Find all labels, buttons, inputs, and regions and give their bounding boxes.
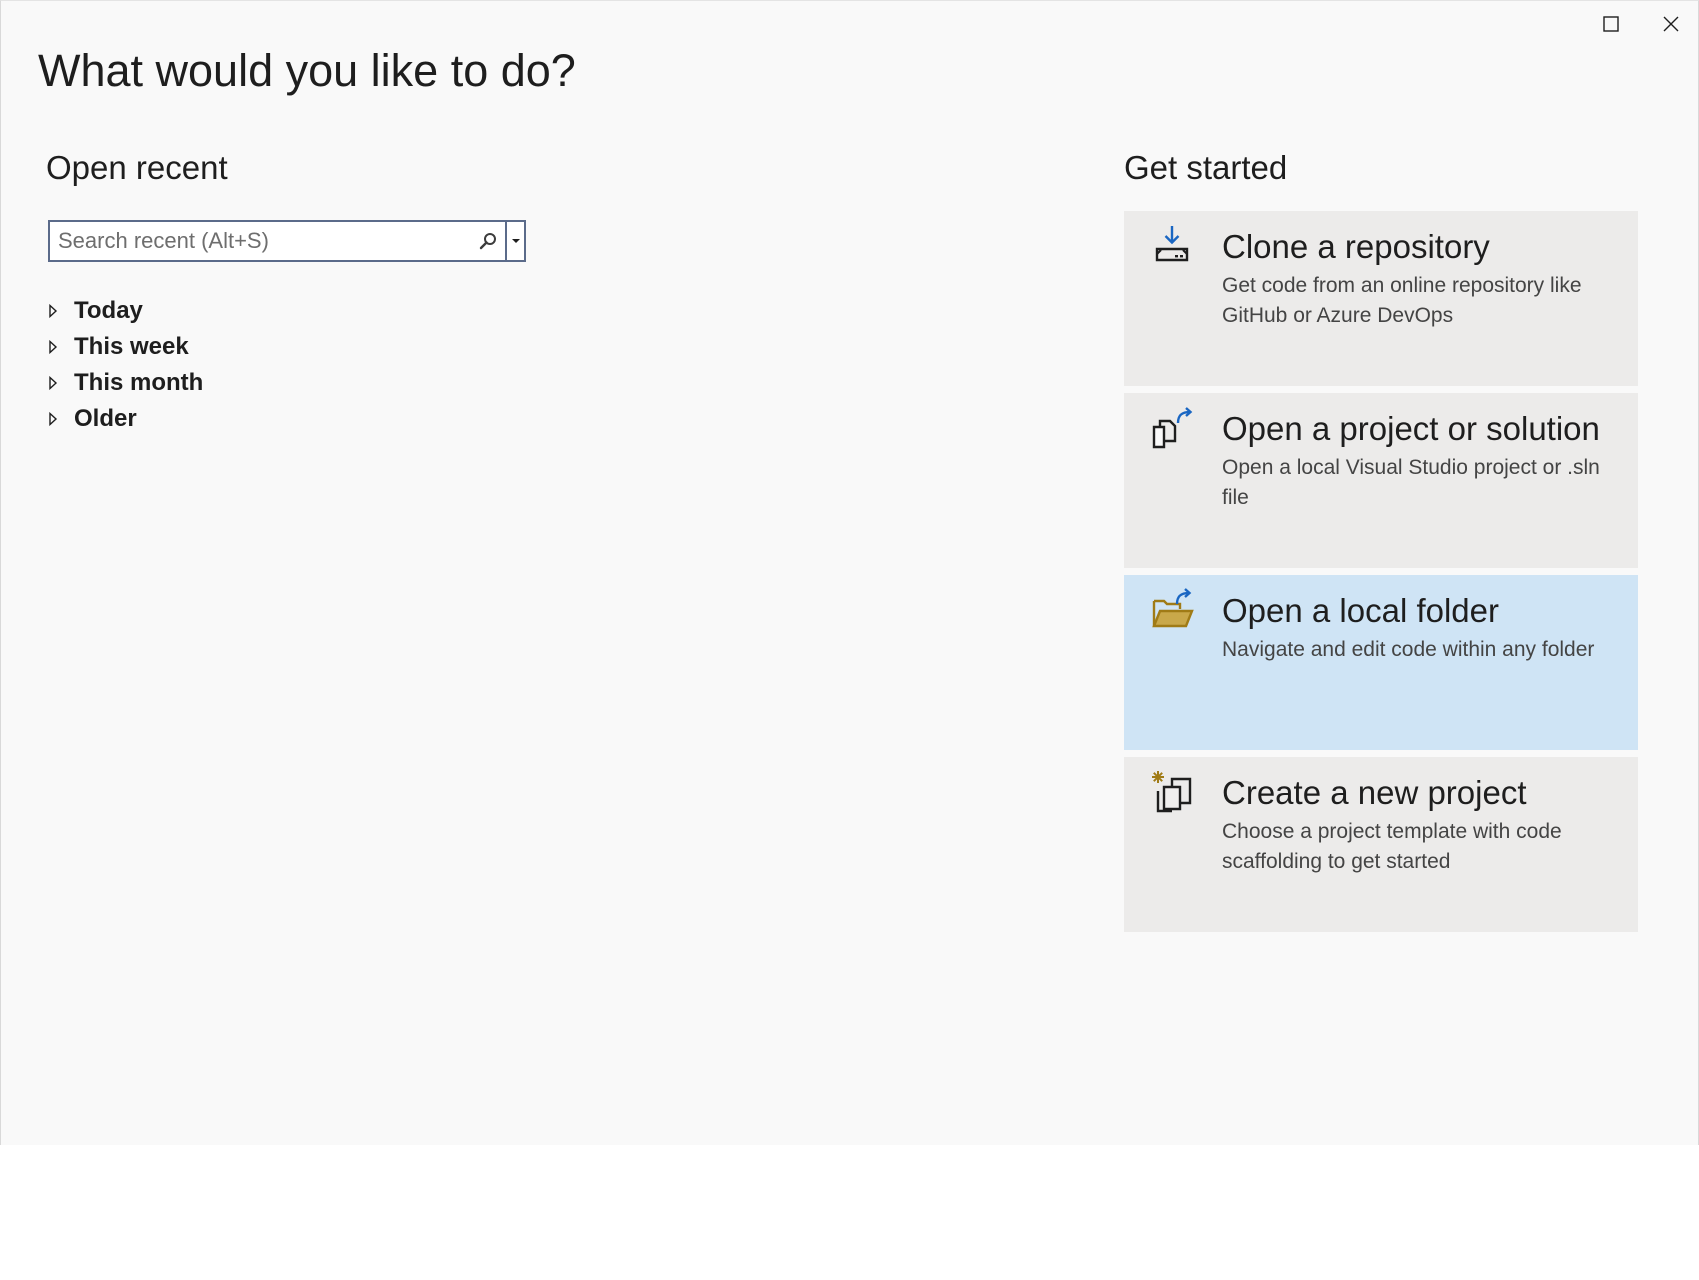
open-project-icon [1152, 407, 1193, 449]
recent-group-label: This week [74, 333, 189, 360]
open-project-card[interactable]: Open a project or solution Open a local … [1124, 393, 1638, 568]
close-icon [1663, 16, 1679, 32]
recent-group-this-week[interactable]: This week [41, 329, 203, 365]
clone-repository-icon [1155, 226, 1189, 262]
expand-arrow-icon [41, 365, 65, 401]
card-description: Get code from an online repository like … [1222, 274, 1582, 327]
card-title: Open a local folder [1222, 592, 1500, 629]
chevron-down-icon [511, 239, 520, 243]
search-button[interactable] [471, 222, 505, 260]
search-options-dropdown[interactable] [505, 222, 524, 260]
search-icon [479, 233, 496, 250]
create-project-card[interactable]: Create a new project Choose a project te… [1124, 757, 1638, 932]
clone-repository-card[interactable]: Clone a repository Get code from an onli… [1124, 211, 1638, 386]
card-title: Create a new project [1222, 774, 1527, 811]
recent-group-label: Older [74, 405, 137, 432]
expand-arrow-icon [41, 329, 65, 365]
maximize-button[interactable] [1591, 7, 1631, 41]
card-description: Open a local Visual Studio project or .s… [1222, 456, 1600, 509]
recent-group-older[interactable]: Older [41, 401, 203, 437]
search-recent-box [48, 220, 526, 262]
start-window: What would you like to do? Open recent T… [0, 0, 1699, 1145]
expand-arrow-icon [41, 293, 65, 329]
open-folder-icon [1152, 588, 1194, 628]
expand-arrow-icon [41, 401, 65, 437]
open-folder-card[interactable]: Open a local folder Navigate and edit co… [1124, 575, 1638, 750]
card-description: Choose a project template with code scaf… [1222, 820, 1562, 873]
search-recent-input[interactable] [50, 222, 471, 260]
page-title: What would you like to do? [38, 45, 576, 96]
recent-group-label: This month [74, 369, 204, 396]
new-project-icon [1152, 771, 1192, 813]
maximize-icon [1603, 16, 1619, 32]
card-title: Clone a repository [1222, 228, 1490, 265]
close-button[interactable] [1651, 7, 1691, 41]
card-title: Open a project or solution [1222, 410, 1600, 447]
get-started-heading: Get started [1124, 149, 1288, 186]
recent-group-today[interactable]: Today [41, 293, 203, 329]
recent-groups-list: Today This week This month Older [41, 293, 203, 437]
recent-group-this-month[interactable]: This month [41, 365, 203, 401]
open-recent-heading: Open recent [46, 149, 228, 186]
recent-group-label: Today [74, 297, 143, 324]
card-description: Navigate and edit code within any folder [1222, 638, 1595, 661]
